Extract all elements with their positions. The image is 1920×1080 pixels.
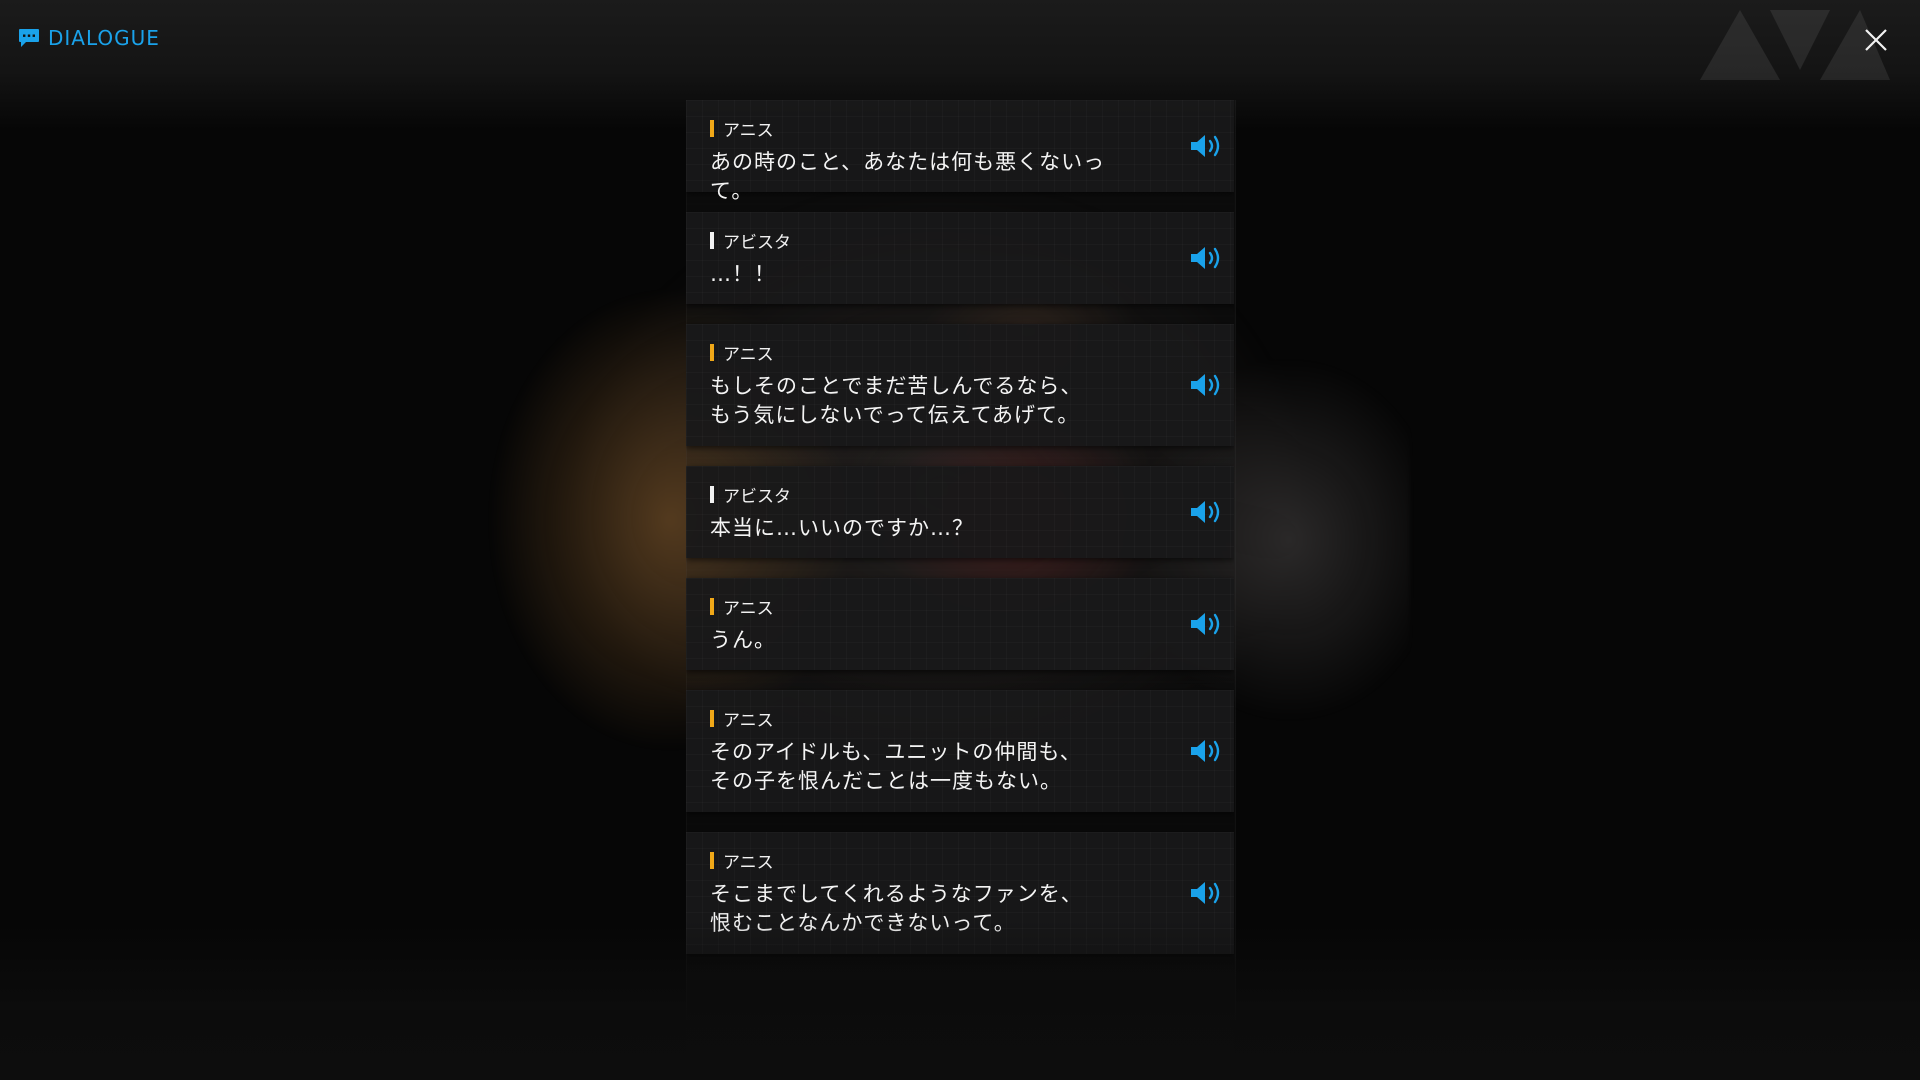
dialogue-title: DIALOGUE <box>48 26 160 50</box>
speaker-name: アニス <box>723 598 774 619</box>
speaker-name: アニス <box>723 710 774 731</box>
speaker-row: アニス <box>710 708 1144 731</box>
speaker-row: アニス <box>710 342 1144 365</box>
speaker-name: アビスタ <box>723 486 791 507</box>
dialogue-text: うん。 <box>710 628 776 652</box>
dialogue-text: 本当に…いいのですか…？ <box>710 516 974 540</box>
close-icon[interactable] <box>1858 22 1894 58</box>
speaker-volume-icon[interactable] <box>1188 737 1224 765</box>
speaker-volume-icon[interactable] <box>1188 371 1224 399</box>
speaker-marker <box>710 597 714 615</box>
speaker-marker <box>710 343 714 361</box>
speaker-row: アニス <box>710 118 1144 141</box>
dialogue-text: あの時のこと、あなたは何も悪くないって。 <box>710 150 1106 203</box>
dialogue-text: もしそのことでまだ苦しんでるなら、 もう気にしないでって伝えてあげて。 <box>710 374 1083 427</box>
dialogue-entry: アニス そのアイドルも、ユニットの仲間も、 その子を恨んだことは一度もない。 <box>686 690 1234 812</box>
speaker-volume-icon[interactable] <box>1188 610 1224 638</box>
speaker-name: アビスタ <box>723 232 791 253</box>
speaker-volume-icon[interactable] <box>1188 498 1224 526</box>
dialogue-log-list[interactable]: アニス あの時のこと、あなたは何も悪くないって。 アビスタ …！！ アニス もし… <box>686 100 1234 1000</box>
dialogue-entry: アニス うん。 <box>686 578 1234 670</box>
chat-bubble-icon <box>19 29 39 47</box>
dialogue-entry: アニス あの時のこと、あなたは何も悪くないって。 <box>686 100 1234 203</box>
dialogue-text: …！！ <box>710 262 776 286</box>
speaker-volume-icon[interactable] <box>1188 132 1224 160</box>
bottom-shade <box>0 920 1920 1080</box>
speaker-marker <box>710 485 714 503</box>
speaker-volume-icon[interactable] <box>1188 244 1224 272</box>
speaker-name: アニス <box>723 120 774 141</box>
dialogue-log-screen: DIALOGUE アニス あの時のこと、あなたは何も悪くないって。 アビスタ …… <box>0 0 1920 1080</box>
speaker-row: アニス <box>710 850 1144 873</box>
dialogue-text: そのアイドルも、ユニットの仲間も、 その子を恨んだことは一度もない。 <box>710 740 1082 793</box>
dialogue-header: DIALOGUE <box>18 26 160 50</box>
speaker-row: アビスタ <box>710 230 1144 253</box>
speaker-row: アニス <box>710 596 1144 619</box>
speaker-volume-icon[interactable] <box>1188 879 1224 907</box>
speaker-marker <box>710 231 714 249</box>
speaker-marker <box>710 851 714 869</box>
dialogue-entry: アビスタ …！！ <box>686 212 1234 304</box>
dialogue-entry: アニス もしそのことでまだ苦しんでるなら、 もう気にしないでって伝えてあげて。 <box>686 324 1234 446</box>
speaker-row: アビスタ <box>710 484 1144 507</box>
dialogue-entry: アビスタ 本当に…いいのですか…？ <box>686 466 1234 558</box>
speaker-marker <box>710 709 714 727</box>
speaker-marker <box>710 119 714 137</box>
speaker-name: アニス <box>723 344 774 365</box>
speaker-name: アニス <box>723 852 774 873</box>
